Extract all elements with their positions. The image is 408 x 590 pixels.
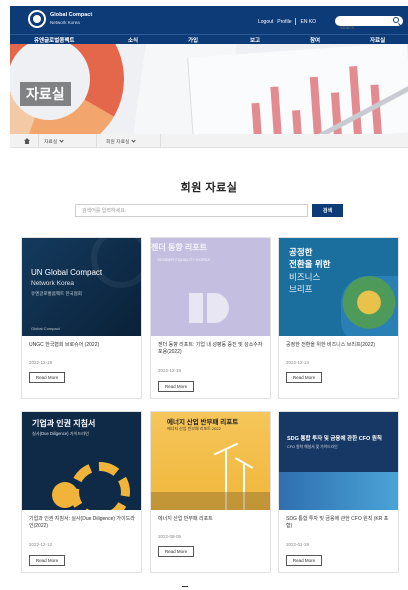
header-search-input[interactable] [340, 22, 396, 33]
cover-line3: 비즈니스 [289, 272, 321, 282]
cover-title: 기업과 인권 지침서 [32, 419, 96, 428]
cover-subtitle: CFO 원칙 해설서 및 가이드라인 [287, 445, 338, 449]
resource-card[interactable]: 젠더 동향 리포트 GENDER EQUALITY KOREA 젠더 동향 리포… [150, 237, 271, 399]
chevron-down-icon [131, 138, 137, 143]
cover-line2: 전환을 위한 [289, 259, 331, 269]
card-date: 2022-12-19 [29, 360, 53, 365]
cover-line1: 공정한 [289, 247, 313, 257]
site-logo[interactable]: Global Compact Network Korea [28, 10, 92, 28]
logo-line1: Global Compact [50, 12, 93, 18]
breadcrumb-level2[interactable]: 회원 자료실 [106, 138, 137, 145]
cover-band [279, 472, 398, 510]
top-bar: Global Compact Network Korea Logout Prof… [10, 6, 408, 34]
cover-title: UN Global Compact [31, 268, 103, 277]
profile-link[interactable]: Profile [277, 19, 291, 25]
resource-card[interactable]: 에너지 산업 반부패 리포트 에너지 산업 반부패 리포트 2022 에너지 산… [150, 411, 271, 573]
cover-shape-right [207, 293, 229, 323]
cover-subtitle: 에너지 산업 반부패 리포트 2022 [167, 426, 221, 431]
card-caption[interactable]: 젠더 동향 리포트: 기업 내 성평등 증진 및 성소수자 포용(2022) [158, 342, 266, 356]
card-date: 2022-12-19 [158, 368, 182, 373]
card-caption[interactable]: SDG 통합 투자 및 금융에 관한 CFO 원칙 (KR 포함) [286, 516, 394, 530]
resource-card[interactable]: 공정한 전환을 위한 비즈니스 브리프 공정한 전환을 위한 비즈니스 브리프(… [278, 237, 399, 399]
breadcrumb-level1[interactable]: 자료실 [44, 138, 64, 145]
library-search: 검색 [75, 204, 343, 217]
card-caption[interactable]: UNGC 한국협회 브로슈어 (2022) [29, 342, 137, 349]
nav-item-news[interactable]: 소식 [128, 36, 138, 44]
read-more-button[interactable]: Read More [286, 555, 322, 566]
read-more-button[interactable]: Read More [158, 381, 194, 392]
read-more-button[interactable]: Read More [29, 372, 65, 383]
resource-card[interactable]: SDG 통합 투자 및 금융에 관한 CFO 원칙 CFO 원칙 해설서 및 가… [278, 411, 399, 573]
cover-title: SDG 통합 투자 및 금융에 관한 CFO 원칙 [287, 436, 382, 442]
card-cover[interactable]: 공정한 전환을 위한 비즈니스 브리프 [279, 238, 398, 336]
cover-title: 에너지 산업 반부패 리포트 [167, 419, 239, 426]
cover-line4: 브리프 [289, 284, 313, 294]
cover-badge: Global Compact [31, 326, 60, 331]
breadcrumb-level2-label: 회원 자료실 [106, 140, 130, 145]
hero-paper-chart [187, 44, 408, 134]
cover-subtitle: Network Korea [31, 280, 74, 287]
utility-links: Logout Profile EN KO [258, 18, 316, 25]
cover-subtitle: 실사(Due Diligence) 가이드라인 [32, 431, 89, 436]
globe-logo-icon [28, 10, 46, 28]
nav-item-report[interactable]: 보고 [250, 36, 260, 44]
library-search-input[interactable] [75, 204, 308, 217]
resource-card[interactable]: 기업과 인권 지침서 실사(Due Diligence) 가이드라인 기업과 인… [21, 411, 142, 573]
cover-title: 젠더 동향 리포트 [151, 243, 207, 252]
read-more-button[interactable]: Read More [29, 555, 65, 566]
chevron-down-icon [59, 138, 64, 143]
card-date: 2022-01-28 [286, 542, 310, 547]
hero-title: 자료실 [20, 82, 71, 106]
card-cover[interactable]: 젠더 동향 리포트 GENDER EQUALITY KOREA [151, 238, 270, 336]
card-cover[interactable]: 기업과 인권 지침서 실사(Due Diligence) 가이드라인 [22, 412, 141, 510]
breadcrumb: 자료실 회원 자료실 [10, 134, 408, 148]
cover-sunburst [70, 462, 130, 510]
nav-item-join[interactable]: 가입 [188, 36, 198, 44]
page-title: 회원 자료실 [180, 182, 238, 194]
card-date: 2022-12-13 [29, 542, 53, 547]
resource-card[interactable]: UN Global Compact Network Korea 유엔글로벌콤팩트… [21, 237, 142, 399]
search-icon[interactable] [393, 17, 399, 23]
library-search-button[interactable]: 검색 [312, 204, 343, 217]
nav-item-ungc[interactable]: 유엔글로벌콤팩트 [34, 36, 74, 44]
card-cover[interactable]: UN Global Compact Network Korea 유엔글로벌콤팩트… [22, 238, 141, 336]
logout-link[interactable]: Logout [258, 19, 273, 25]
language-switch[interactable]: EN KO [300, 19, 316, 25]
card-date: 2022-08-05 [158, 534, 182, 539]
cover-shape-left [189, 293, 203, 323]
nav-item-participate[interactable]: 참여 [310, 36, 320, 44]
main-nav: 유엔글로벌콤팩트 소식 가입 보고 참여 자료실 [10, 34, 408, 44]
pagination-indicator [182, 586, 188, 587]
card-caption[interactable]: 공정한 전환을 위한 비즈니스 브리프(2022) [286, 342, 394, 349]
header-search [335, 16, 403, 33]
card-cover[interactable]: SDG 통합 투자 및 금융에 관한 CFO 원칙 CFO 원칙 해설서 및 가… [279, 412, 398, 510]
card-cover[interactable]: 에너지 산업 반부패 리포트 에너지 산업 반부패 리포트 2022 [151, 412, 270, 510]
home-icon[interactable] [24, 138, 30, 144]
read-more-button[interactable]: Read More [158, 546, 194, 557]
nav-item-library[interactable]: 자료실 [370, 36, 385, 44]
cover-line3: 유엔글로벌콤팩트 한국협회 [31, 291, 82, 296]
card-date: 2022-12-13 [286, 360, 310, 365]
card-caption[interactable]: 에너지 산업 반부패 리포트 [158, 516, 266, 523]
logo-line2: Network Korea [50, 20, 80, 25]
read-more-button[interactable]: Read More [286, 372, 322, 383]
utility-divider [295, 18, 297, 25]
card-caption[interactable]: 기업과 인권 지침서: 실사(Due Diligence) 가이드라인(2022… [29, 516, 137, 530]
cover-subtitle: GENDER EQUALITY KOREA [157, 257, 211, 262]
breadcrumb-level1-label: 자료실 [44, 140, 58, 145]
cover-map-shape [341, 276, 398, 336]
